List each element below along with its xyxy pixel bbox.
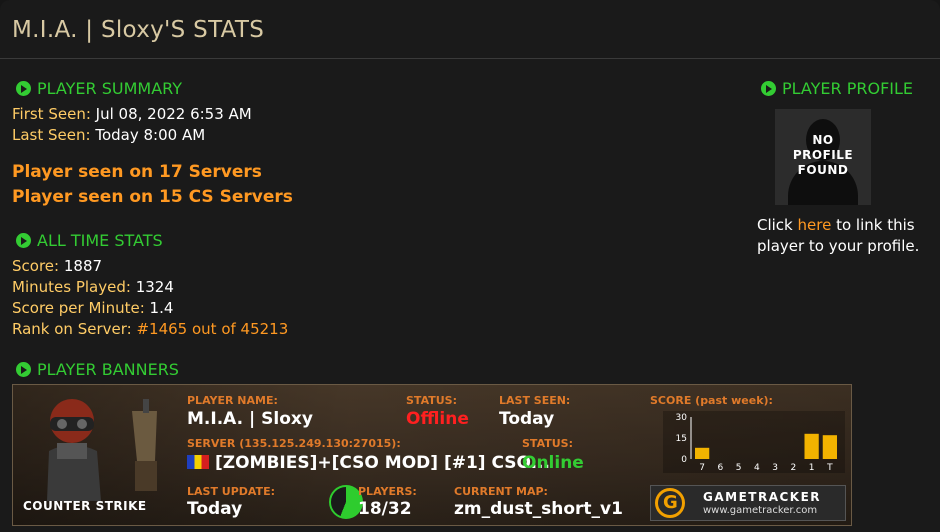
link-profile-prefix: Click — [757, 216, 798, 234]
player-summary-heading-text: PLAYER SUMMARY — [37, 79, 183, 98]
score-row: Score: 1887 — [12, 257, 102, 275]
banner-server-status-value: Online — [522, 453, 584, 473]
y-tick-label: 0 — [681, 455, 687, 465]
no-profile-line-1: NO — [812, 133, 834, 147]
minutes-played-row: Minutes Played: 1324 — [12, 278, 174, 296]
first-seen-row: First Seen: Jul 08, 2022 6:53 AM — [12, 105, 252, 123]
x-tick-label: 7 — [699, 463, 705, 473]
x-tick-label: T — [826, 463, 833, 473]
no-profile-found-text: NO PROFILE FOUND — [775, 133, 871, 178]
score-chart: 30 15 0 7 6 5 4 3 2 1 T — [663, 411, 845, 473]
banner-server-name: [ZOMBIES]+[CSO MOD] [#1] CSO... — [187, 453, 550, 473]
y-tick-label: 30 — [676, 413, 688, 423]
all-time-stats-heading-text: ALL TIME STATS — [37, 231, 163, 250]
x-tick-label: 4 — [754, 463, 760, 473]
score-per-minute-value: 1.4 — [149, 299, 174, 317]
avatar: NO PROFILE FOUND — [775, 109, 871, 205]
player-summary-heading: PLAYER SUMMARY — [16, 79, 182, 98]
minutes-played-value: 1324 — [135, 278, 174, 296]
rank-link[interactable]: #1465 out of 45213 — [136, 320, 288, 338]
rank-label: Rank on Server: — [12, 320, 132, 338]
title-bar: M.I.A. | Sloxy'S STATS — [0, 0, 940, 59]
player-banners-heading-text: PLAYER BANNERS — [37, 360, 179, 379]
link-profile-line-2: player to your profile. — [757, 237, 920, 255]
cs-servers-count-line: Player seen on 15 CS Servers — [12, 187, 293, 207]
player-profile-heading-text: PLAYER PROFILE — [782, 79, 914, 98]
gametracker-icon — [655, 488, 685, 518]
minutes-played-label: Minutes Played: — [12, 278, 131, 296]
page: M.I.A. | Sloxy'S STATS PLAYER SUMMARY Fi… — [0, 0, 940, 532]
banner-status-value: Offline — [406, 409, 469, 429]
banner-players-value: 18/32 — [358, 499, 412, 519]
banner-last-seen-label: LAST SEEN: — [499, 394, 571, 407]
banner-last-seen-value: Today — [499, 409, 555, 429]
gametracker-name: GAMETRACKER — [703, 490, 822, 504]
banner-player-name-label: PLAYER NAME: — [187, 394, 278, 407]
banner-current-map-value: zm_dust_short_v1 — [454, 499, 623, 519]
play-bullet-icon — [16, 362, 31, 377]
score-chart-title: SCORE (past week): — [650, 394, 773, 407]
no-profile-line-3: FOUND — [797, 163, 849, 177]
link-profile-suffix: to link this — [831, 216, 915, 234]
play-bullet-icon — [761, 81, 776, 96]
banner-server-label: SERVER (135.125.249.130:27015): — [187, 437, 401, 450]
gametracker-url: www.gametracker.com — [703, 505, 818, 516]
player-banner[interactable]: COUNTER STRIKE PLAYER NAME: M.I.A. | Slo… — [12, 384, 852, 526]
gametracker-logo[interactable]: GAMETRACKER www.gametracker.com — [650, 485, 846, 521]
rank-row: Rank on Server: #1465 out of 45213 — [12, 320, 288, 338]
first-seen-value: Jul 08, 2022 6:53 AM — [95, 105, 252, 123]
x-tick-label: 1 — [809, 463, 815, 473]
soldier-icon — [47, 399, 157, 501]
last-seen-value: Today 8:00 AM — [95, 126, 206, 144]
banner-current-map-label: CURRENT MAP: — [454, 485, 548, 498]
link-profile-line-1: Click here to link this — [757, 215, 919, 236]
banner-last-update-label: LAST UPDATE: — [187, 485, 275, 498]
player-profile-heading: PLAYER PROFILE — [761, 79, 913, 98]
x-tick-label: 5 — [736, 463, 742, 473]
player-banners-heading: PLAYER BANNERS — [16, 360, 179, 379]
score-bar — [822, 435, 837, 459]
last-seen-label: Last Seen: — [12, 126, 91, 144]
servers-count-line: Player seen on 17 Servers — [12, 162, 262, 182]
score-value: 1887 — [63, 257, 103, 275]
banner-player-name: M.I.A. | Sloxy — [187, 409, 313, 429]
x-tick-label: 3 — [772, 463, 778, 473]
x-tick-label: 2 — [791, 463, 797, 473]
score-per-minute-row: Score per Minute: 1.4 — [12, 299, 173, 317]
no-profile-line-2: PROFILE — [792, 148, 854, 162]
link-profile-here-link[interactable]: here — [798, 216, 832, 234]
romania-flag-icon — [187, 455, 209, 469]
score-per-minute-label: Score per Minute: — [12, 299, 145, 317]
x-tick-label: 6 — [718, 463, 724, 473]
play-bullet-icon — [16, 233, 31, 248]
first-seen-label: First Seen: — [12, 105, 91, 123]
link-profile-text: Click here to link this player to your p… — [757, 215, 919, 257]
banner-players-label: PLAYERS: — [358, 485, 417, 498]
score-bar — [804, 433, 819, 459]
page-title: M.I.A. | Sloxy'S STATS — [12, 17, 265, 43]
y-tick-label: 15 — [676, 434, 687, 444]
score-label: Score: — [12, 257, 60, 275]
counter-strike-logo: COUNTER STRIKE — [23, 499, 147, 513]
banner-server-name-text: [ZOMBIES]+[CSO MOD] [#1] CSO... — [215, 453, 550, 473]
score-bar — [695, 447, 710, 459]
banner-last-update-value: Today — [187, 499, 243, 519]
banner-status-label: STATUS: — [406, 394, 457, 407]
last-seen-row: Last Seen: Today 8:00 AM — [12, 126, 205, 144]
all-time-stats-heading: ALL TIME STATS — [16, 231, 163, 250]
play-bullet-icon — [16, 81, 31, 96]
banner-server-status-label: STATUS: — [522, 437, 573, 450]
